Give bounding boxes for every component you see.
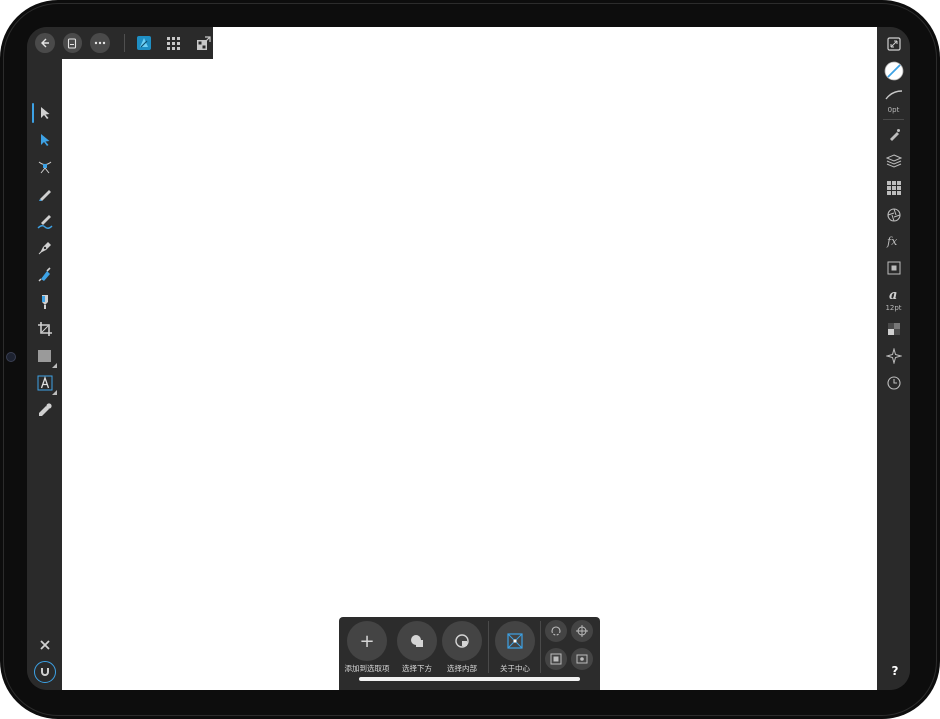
about-center-label: 关于中心 [500,664,530,673]
navigator-icon[interactable] [884,346,904,366]
brushes-icon[interactable] [884,125,904,145]
panel-divider [883,119,904,120]
pen-tool-icon[interactable] [35,238,55,258]
crop-tool-icon[interactable] [35,319,55,339]
rectangle-tool-icon[interactable] [35,346,57,368]
about-center-button[interactable] [495,621,535,661]
layers-icon[interactable] [884,151,904,171]
about-center-icon [507,633,523,649]
active-tool-indicator [32,103,34,123]
svg-text:fx: fx [886,235,898,248]
plus-icon: + [359,630,375,652]
svg-text:a: a [889,288,897,301]
node-tool-icon[interactable] [35,130,55,150]
select-inside-icon [455,634,469,648]
studio-panel: 0pt fx a 12pt [877,27,910,690]
vector-brush-tool-icon[interactable] [35,211,55,231]
app-screen: 0pt fx a 12pt + 添加到选取项 选择下方 选择内部 关于中心 ? [27,27,910,690]
pixel-persona-icon[interactable] [164,33,184,53]
tools-panel [27,59,62,690]
export-persona-icon[interactable] [193,33,213,53]
move-tool-icon[interactable] [35,103,55,123]
document-canvas-top[interactable] [212,27,879,67]
context-divider [540,621,541,673]
context-toolbar: + 添加到选取项 选择下方 选择内部 关于中心 [339,617,600,690]
fill-tool-icon[interactable] [35,265,55,285]
transform-tool-icon[interactable] [35,157,55,177]
artistic-text-tool-icon[interactable] [35,373,57,395]
select-below-icon [411,635,423,647]
history-icon[interactable] [884,373,904,393]
designer-persona-icon[interactable] [134,33,154,53]
font-size-label: 12pt [885,304,902,312]
close-icon[interactable] [35,635,55,655]
stroke-width-label: 0pt [887,106,900,114]
rotate-icon[interactable] [545,620,567,642]
character-icon[interactable]: a [884,284,904,304]
help-button[interactable]: ? [888,664,902,680]
arrange-icon[interactable] [884,319,904,339]
stroke-icon[interactable] [884,85,904,105]
color-swatch-icon[interactable] [884,61,904,81]
transform-panel-icon[interactable] [884,258,904,278]
adjustments-icon[interactable] [884,205,904,225]
snapping-magnet-icon[interactable] [34,661,56,683]
select-inside-label: 选择内部 [447,664,477,673]
preview-icon[interactable] [571,648,593,670]
transparency-tool-icon[interactable] [35,292,55,312]
select-inside-button[interactable] [442,621,482,661]
pencil-tool-icon[interactable] [35,184,55,204]
toolbar-divider [123,34,125,52]
document-canvas[interactable] [62,59,877,690]
document-icon[interactable] [62,33,82,53]
home-indicator [359,677,580,681]
add-to-selection-button[interactable]: + [347,621,387,661]
fit-view-icon[interactable] [884,34,904,54]
assets-grid-icon[interactable] [884,178,904,198]
select-below-button[interactable] [397,621,437,661]
top-toolbar [27,27,213,59]
more-icon[interactable] [90,33,110,53]
color-picker-tool-icon[interactable] [35,400,55,420]
back-arrow-icon[interactable] [35,33,55,53]
crosshair-icon[interactable] [571,620,593,642]
effects-fx-icon[interactable]: fx [884,231,904,251]
trash-icon[interactable] [35,689,55,690]
ipad-frame: 0pt fx a 12pt + 添加到选取项 选择下方 选择内部 关于中心 ? [0,0,940,719]
front-camera [6,352,16,362]
bounding-box-icon[interactable] [545,648,567,670]
